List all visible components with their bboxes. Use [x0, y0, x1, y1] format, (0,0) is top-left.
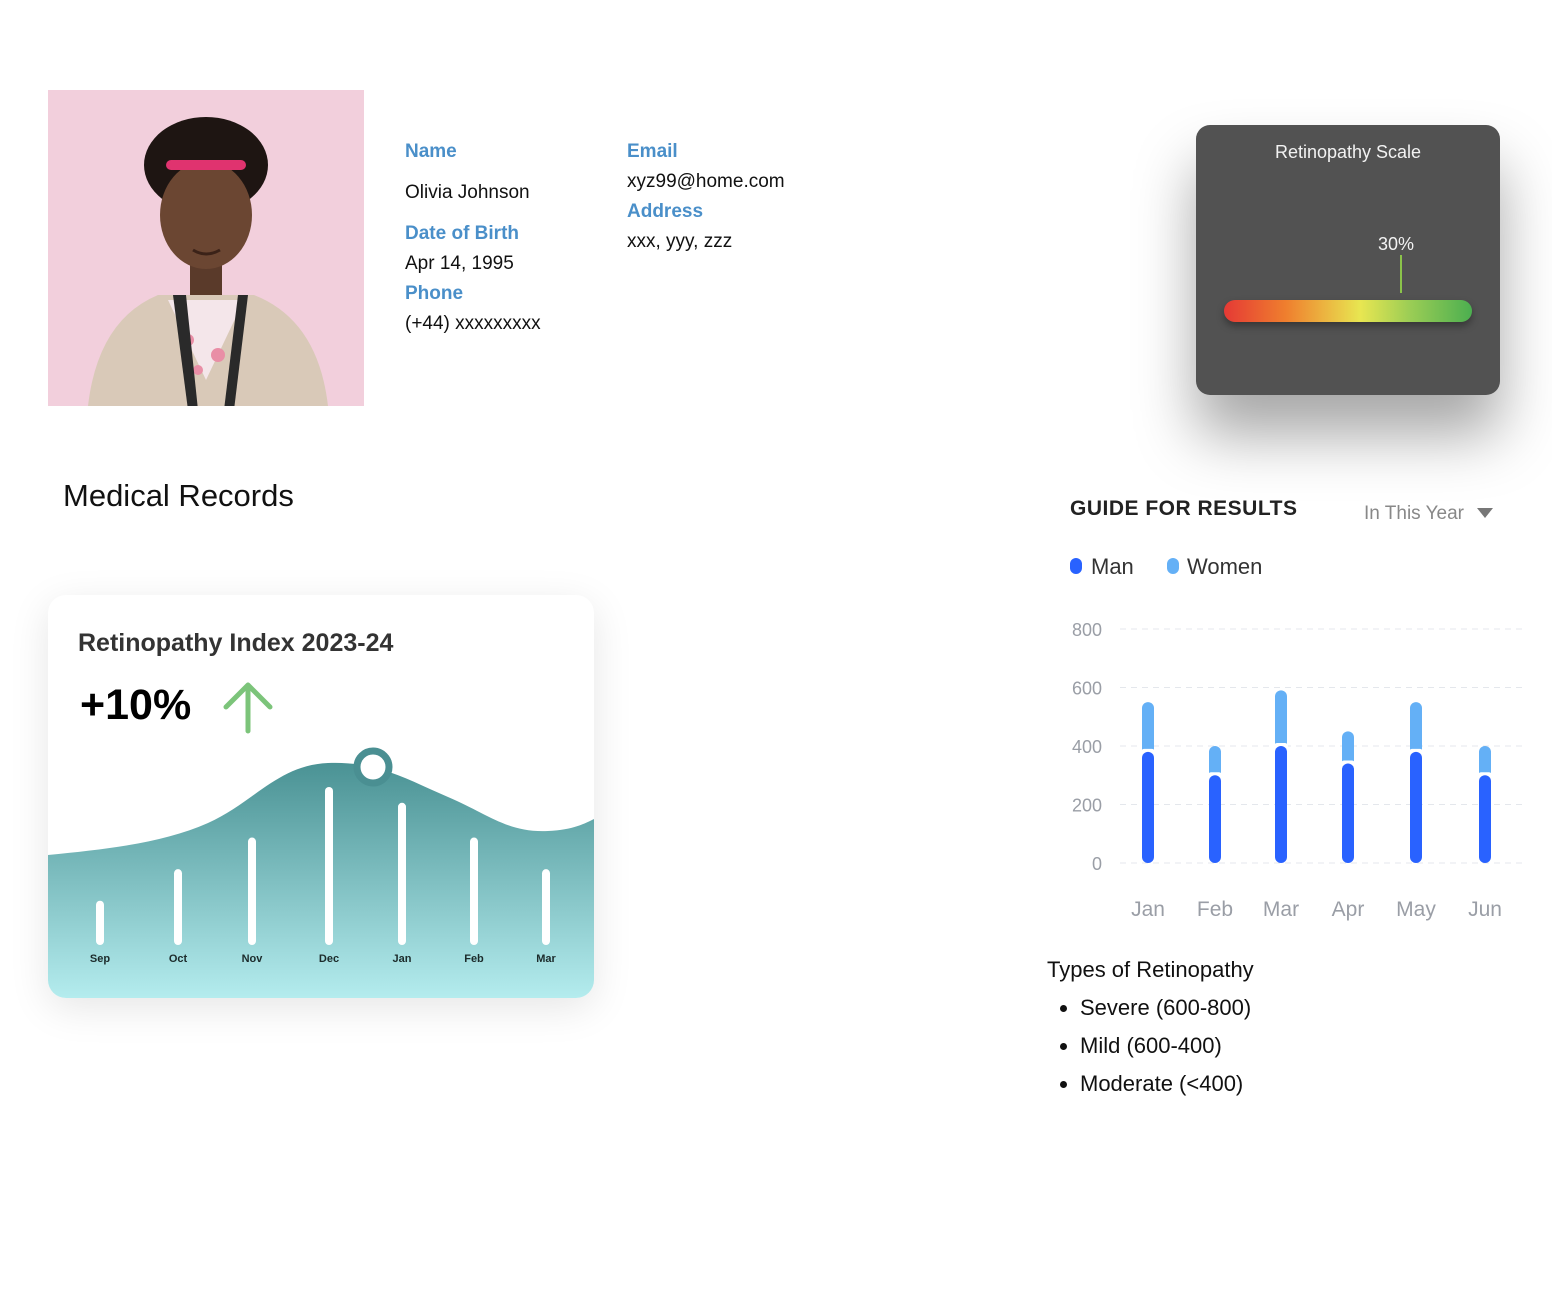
- month-label: Nov: [242, 953, 264, 965]
- x-tick-label: Mar: [1263, 898, 1299, 921]
- bar-man: [1479, 775, 1491, 863]
- patient-name: Olivia Johnson: [405, 182, 530, 203]
- phone-value: (+44) xxxxxxxxx: [405, 313, 541, 334]
- bar-man: [1410, 751, 1422, 863]
- dob-value: Apr 14, 1995: [405, 253, 514, 274]
- month-label: Oct: [169, 953, 188, 965]
- address-label: Address: [627, 201, 704, 222]
- index-bar: [542, 869, 550, 945]
- retinopathy-scale-card: Retinopathy Scale 30%: [1196, 125, 1500, 395]
- bar-man: [1342, 763, 1354, 863]
- x-tick-label: Jan: [1131, 898, 1165, 921]
- name-label: Name: [405, 141, 457, 162]
- month-label: Jan: [393, 953, 412, 965]
- avatar: [48, 90, 364, 406]
- legend-man-swatch: [1070, 558, 1082, 574]
- index-card-title: Retinopathy Index 2023-24: [78, 629, 394, 657]
- email-label: Email: [627, 141, 678, 162]
- chevron-down-icon[interactable]: [1477, 508, 1493, 518]
- index-bar: [248, 837, 256, 945]
- scale-marker: [1400, 255, 1402, 293]
- index-bar: [325, 787, 333, 945]
- arrow-up-icon: [223, 682, 273, 734]
- x-tick-label: May: [1396, 898, 1436, 921]
- month-label: Mar: [536, 953, 556, 965]
- month-label: Dec: [319, 953, 339, 965]
- dob-label: Date of Birth: [405, 223, 519, 244]
- bar-women: [1275, 690, 1287, 752]
- scale-gradient-bar: [1224, 300, 1472, 322]
- list-item: Severe (600-800): [1080, 993, 1251, 1031]
- index-wave-chart: Sep Oct Nov Dec Jan Feb Mar: [48, 747, 594, 998]
- email-value: xyz99@home.com: [627, 171, 785, 192]
- retinopathy-index-card: Retinopathy Index 2023-24 +10% Sep Oct Nov…: [48, 595, 594, 998]
- bar-man: [1275, 746, 1287, 863]
- legend-women-label: Women: [1187, 554, 1263, 579]
- y-tick-label: 800: [1072, 620, 1102, 640]
- scale-title: Retinopathy Scale: [1274, 142, 1422, 162]
- phone-label: Phone: [405, 283, 464, 304]
- index-bar: [96, 900, 104, 945]
- x-tick-label: Feb: [1197, 898, 1233, 921]
- bar-man: [1142, 751, 1154, 863]
- y-tick-label: 0: [1092, 854, 1102, 874]
- y-tick-label: 400: [1072, 737, 1102, 757]
- index-bar: [174, 869, 182, 945]
- month-label: Sep: [90, 953, 110, 965]
- index-bar: [398, 802, 406, 945]
- period-select[interactable]: In This Year: [1364, 503, 1464, 525]
- y-tick-label: 200: [1072, 796, 1102, 816]
- y-tick-label: 600: [1072, 679, 1102, 699]
- index-bar: [470, 837, 478, 945]
- guide-title: GUIDE FOR RESULTS: [1070, 497, 1298, 520]
- profile-photo: [48, 90, 364, 406]
- list-item: Moderate (<400): [1080, 1069, 1251, 1107]
- index-change-value: +10%: [80, 681, 192, 729]
- month-label: Feb: [464, 953, 484, 965]
- selected-point-marker[interactable]: [353, 747, 393, 787]
- legend-man-label: Man: [1091, 554, 1134, 579]
- types-title: Types of Retinopathy: [1047, 957, 1254, 982]
- scale-value-label: 30%: [1378, 234, 1415, 254]
- section-title: Medical Records: [63, 478, 294, 513]
- x-tick-label: Apr: [1332, 898, 1365, 921]
- list-item: Mild (600-400): [1080, 1031, 1251, 1069]
- address-value: xxx, yyy, zzz: [627, 231, 733, 252]
- guide-bar-chart: 0 200 400 600 800 Jan Feb Mar Apr May Jun: [1072, 620, 1522, 921]
- bar-man: [1209, 775, 1221, 863]
- x-tick-label: Jun: [1468, 898, 1502, 921]
- legend-women-swatch: [1167, 558, 1179, 574]
- types-list: Severe (600-800) Mild (600-400) Moderate…: [1048, 993, 1251, 1107]
